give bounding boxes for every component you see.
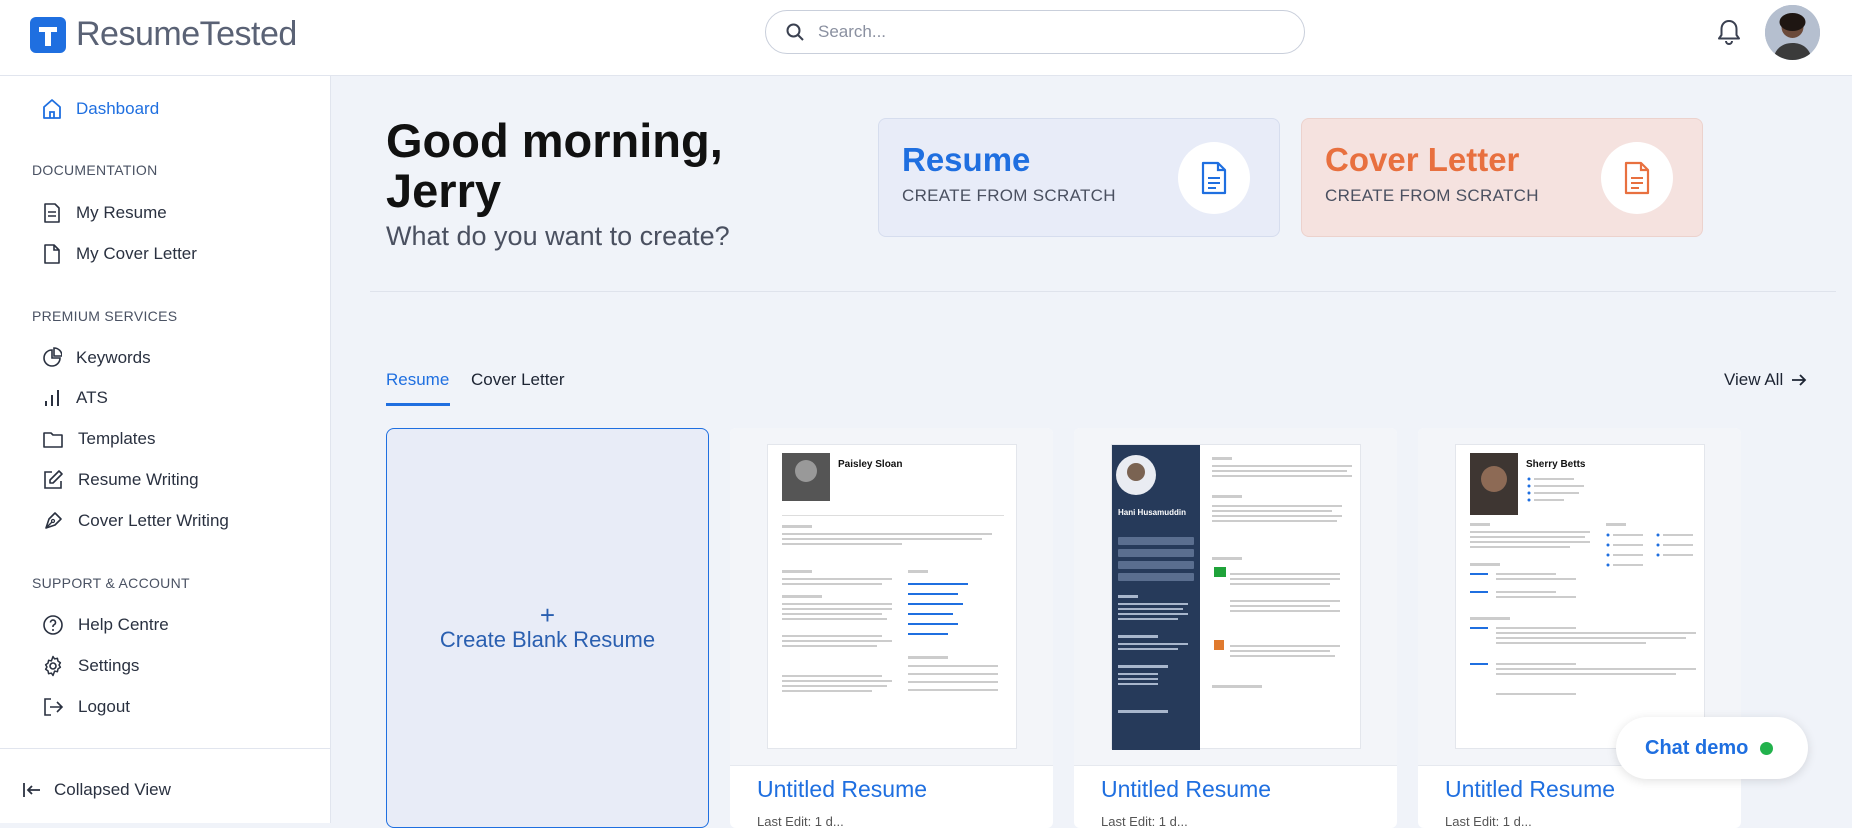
edit-icon [42,469,64,491]
bell-icon[interactable] [1716,18,1742,46]
card-title: Resume [902,141,1031,178]
sidebar-item-my-resume[interactable]: My Resume [42,202,167,224]
resume-preview: Paisley Sloan [767,444,1017,749]
sidebar-item-label: My Resume [76,203,167,222]
sidebar-item-logout[interactable]: Logout [42,696,130,718]
arrow-right-icon [1791,373,1807,387]
view-all-label: View All [1724,370,1784,389]
section-documentation: DOCUMENTATION [32,162,158,178]
create-blank-resume-button[interactable]: + Create Blank Resume [386,428,709,828]
logo-icon [30,16,66,53]
gear-icon [42,655,64,677]
folder-icon [42,428,64,450]
collapse-button[interactable]: Collapsed View [22,780,171,800]
resume-person-name: Hani Husamuddin [1118,508,1187,517]
resume-card[interactable]: Hani Husamuddin Untitled Resume Last Edi… [1074,428,1397,828]
resume-preview: Hani Husamuddin [1111,444,1361,750]
cover-letter-document-icon [1601,142,1673,214]
sidebar-item-label: Help Centre [78,615,169,634]
sidebar-item-label: ATS [76,388,108,407]
sidebar-item-label: Dashboard [76,99,160,118]
tab-cover-letter[interactable]: Cover Letter [471,370,565,390]
logout-icon [42,696,64,718]
resume-thumbnail: Hani Husamuddin [1074,428,1397,765]
search-bar[interactable] [765,10,1305,54]
resume-thumbnail: Sherry Betts [1418,428,1741,765]
home-icon [42,98,62,120]
card-title: Cover Letter [1325,141,1520,178]
resume-last-edit: Last Edit: 1 d... [1101,814,1188,828]
active-tab-indicator [386,403,450,406]
bar-chart-icon [42,387,62,409]
collapse-icon [22,781,42,799]
sidebar-item-label: Keywords [76,348,151,367]
section-divider [370,291,1836,292]
sidebar-divider [0,748,331,749]
sidebar: Dashboard DOCUMENTATION My Resume My Cov… [0,76,331,823]
sidebar-item-cover-letter-writing[interactable]: Cover Letter Writing [42,510,229,532]
create-blank-label: Create Blank Resume [439,627,656,652]
resume-document-icon [1178,142,1250,214]
pie-chart-icon [42,347,62,369]
app-logo[interactable]: ResumeTested [30,15,297,54]
card-cta: CREATE FROM SCRATCH [1325,186,1539,205]
sidebar-item-keywords[interactable]: Keywords [42,347,151,369]
sidebar-item-my-cover-letter[interactable]: My Cover Letter [42,243,197,265]
sidebar-item-label: Resume Writing [78,470,199,489]
create-cover-letter-card[interactable]: Cover Letter CREATE FROM SCRATCH [1301,118,1703,237]
card-cta: CREATE FROM SCRATCH [902,186,1116,205]
card-divider [730,765,1053,766]
sidebar-item-ats[interactable]: ATS [42,387,108,409]
section-support: SUPPORT & ACCOUNT [32,575,190,591]
search-input[interactable] [818,22,1258,42]
app-name: ResumeTested [76,15,297,53]
online-status-dot [1760,741,1774,755]
section-premium: PREMIUM SERVICES [32,308,178,324]
sidebar-item-label: Templates [78,429,156,448]
chat-demo-button[interactable]: Chat demo [1616,717,1808,779]
chat-demo-label: Chat demo [1645,736,1749,759]
sidebar-item-resume-writing[interactable]: Resume Writing [42,469,199,491]
resume-name: Untitled Resume [757,776,928,802]
plus-icon: + [539,600,556,630]
sidebar-item-templates[interactable]: Templates [42,428,155,450]
sidebar-item-label: My Cover Letter [76,244,197,263]
resume-person-name: Sherry Betts [1526,459,1586,470]
card-divider [1074,765,1397,766]
resume-last-edit: Last Edit: 1 d... [1445,814,1532,828]
sidebar-item-label: Cover Letter Writing [78,511,229,530]
create-resume-card[interactable]: Resume CREATE FROM SCRATCH [878,118,1280,237]
resume-last-edit: Last Edit: 1 d... [757,814,844,828]
resume-name: Untitled Resume [1101,776,1272,802]
resume-name: Untitled Resume [1445,776,1616,802]
top-bar: ResumeTested [0,0,1852,76]
avatar[interactable] [1765,5,1820,60]
document-icon [42,243,62,265]
sidebar-item-help-centre[interactable]: Help Centre [42,614,169,636]
sidebar-item-label: Logout [78,697,130,716]
tab-resume[interactable]: Resume [386,370,449,390]
sidebar-item-dashboard[interactable]: Dashboard [42,98,159,120]
sidebar-item-label: Settings [78,656,140,675]
greeting: Good morning, Jerry [386,114,723,217]
page-subtitle: What do you want to create? [386,221,730,251]
search-icon [786,23,804,41]
help-icon [42,614,64,636]
resume-thumbnail: Paisley Sloan [730,428,1053,765]
pen-icon [42,510,64,532]
collapse-label: Collapsed View [54,780,171,799]
document-icon [42,202,62,224]
view-all-link[interactable]: View All [1724,370,1807,390]
resume-card[interactable]: Paisley Sloan Untitled Resume Last Edit:… [730,428,1053,828]
resume-person-name: Paisley Sloan [838,459,903,470]
resume-preview: Sherry Betts [1455,444,1705,749]
sidebar-item-settings[interactable]: Settings [42,655,139,677]
